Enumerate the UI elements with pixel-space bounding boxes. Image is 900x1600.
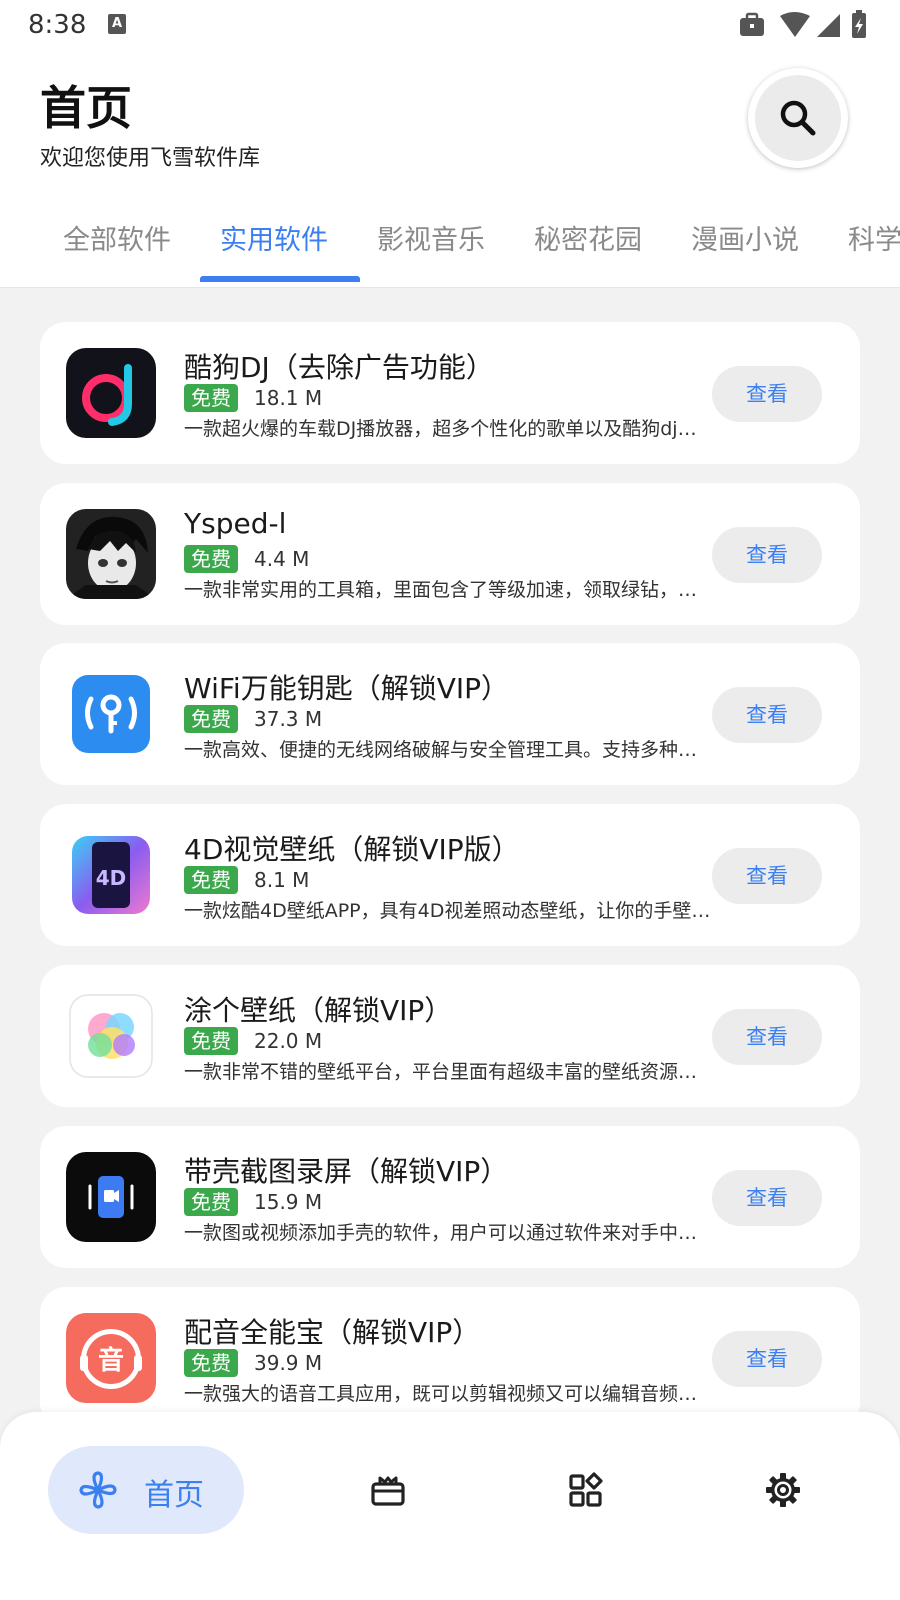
app-size: 4.4 M bbox=[254, 547, 310, 571]
view-button[interactable]: 查看 bbox=[712, 848, 822, 904]
tab-video-music[interactable]: 影视音乐 bbox=[377, 218, 485, 257]
4d-wallpaper-icon: 4D bbox=[66, 830, 156, 920]
list-item[interactable]: 4D 4D视觉壁纸（解锁VIP版） 免费 8.1 M 一款炫酷4D壁纸APP，具… bbox=[40, 804, 860, 946]
free-badge: 免费 bbox=[184, 1349, 238, 1377]
gift-box-icon[interactable] bbox=[370, 1472, 406, 1508]
app-name: WiFi万能钥匙（解锁VIP） bbox=[184, 672, 509, 705]
wifi-key-icon bbox=[66, 669, 156, 759]
briefcase-icon bbox=[740, 12, 764, 36]
list-item[interactable]: WiFi万能钥匙（解锁VIP） 免费 37.3 M 一款高效、便捷的无线网络破解… bbox=[40, 643, 860, 785]
status-time: 8:38 bbox=[28, 10, 87, 40]
status-bar: 8:38 A bbox=[0, 0, 900, 50]
app-size: 37.3 M bbox=[254, 707, 323, 731]
view-button[interactable]: 查看 bbox=[712, 1331, 822, 1387]
tab-science[interactable]: 科学 bbox=[848, 218, 900, 257]
view-button[interactable]: 查看 bbox=[712, 687, 822, 743]
app-name: Ysped-l bbox=[184, 507, 287, 540]
tab-utility-software[interactable]: 实用软件 bbox=[220, 218, 328, 257]
app-size: 18.1 M bbox=[254, 386, 323, 410]
free-badge: 免费 bbox=[184, 1027, 238, 1055]
list-item[interactable]: 涂个壁纸（解锁VIP） 免费 22.0 M 一款非常不错的壁纸平台，平台里面有超… bbox=[40, 965, 860, 1107]
list-item[interactable]: Ysped-l 免费 4.4 M 一款非常实用的工具箱，里面包含了等级加速，领取… bbox=[40, 483, 860, 625]
app-name: 带壳截图录屏（解锁VIP） bbox=[184, 1155, 509, 1188]
page-subtitle: 欢迎您使用飞雪软件库 bbox=[40, 146, 261, 171]
dubbing-icon: 音 bbox=[66, 1313, 156, 1403]
app-description: 一款炫酷4D壁纸APP，具有4D视差照动态壁纸，让你的手壁… bbox=[184, 900, 711, 922]
kugou-dj-icon bbox=[66, 348, 156, 438]
view-button[interactable]: 查看 bbox=[712, 1170, 822, 1226]
list-item[interactable]: 带壳截图录屏（解锁VIP） 免费 15.9 M 一款图或视频添加手壳的软件，用户… bbox=[40, 1126, 860, 1268]
nav-home[interactable]: 首页 bbox=[48, 1446, 244, 1534]
ysped-anime-avatar-icon bbox=[66, 509, 156, 599]
screenshot-recorder-icon bbox=[66, 1152, 156, 1242]
settings-gear-icon[interactable] bbox=[765, 1472, 801, 1508]
active-tab-indicator bbox=[200, 276, 360, 282]
app-size: 39.9 M bbox=[254, 1351, 323, 1375]
wifi-icon bbox=[780, 12, 810, 37]
battery-icon bbox=[852, 10, 866, 38]
svg-text:音: 音 bbox=[98, 1345, 124, 1376]
view-button[interactable]: 查看 bbox=[712, 527, 822, 583]
view-button[interactable]: 查看 bbox=[712, 1009, 822, 1065]
app-size: 8.1 M bbox=[254, 868, 310, 892]
free-badge: 免费 bbox=[184, 545, 238, 573]
app-name: 配音全能宝（解锁VIP） bbox=[184, 1316, 481, 1349]
tab-secret-garden[interactable]: 秘密花园 bbox=[534, 218, 642, 257]
free-badge: 免费 bbox=[184, 384, 238, 412]
free-badge: 免费 bbox=[184, 705, 238, 733]
app-description: 一款非常不错的壁纸平台，平台里面有超级丰富的壁纸资源… bbox=[184, 1061, 698, 1083]
tab-all-software[interactable]: 全部软件 bbox=[63, 218, 171, 257]
keyboard-a-icon: A bbox=[108, 14, 126, 34]
app-description: 一款强大的语音工具应用，既可以剪辑视频又可以编辑音频… bbox=[184, 1383, 698, 1405]
cellular-signal-icon bbox=[817, 14, 840, 37]
app-size: 22.0 M bbox=[254, 1029, 323, 1053]
top-area: 8:38 A 首页 欢迎您使用飞雪软件库 全部软件 实用软件 影视音乐 秘密花园… bbox=[0, 0, 900, 288]
app-description: 一款超火爆的车载DJ播放器，超多个性化的歌单以及酷狗dj… bbox=[184, 418, 697, 440]
page-title: 首页 bbox=[40, 81, 132, 135]
list-item[interactable]: 音 配音全能宝（解锁VIP） 免费 39.9 M 一款强大的语音工具应用，既可以… bbox=[40, 1287, 860, 1429]
app-name: 涂个壁纸（解锁VIP） bbox=[184, 994, 453, 1027]
app-name: 4D视觉壁纸（解锁VIP版） bbox=[184, 833, 520, 866]
search-button-inner bbox=[755, 75, 841, 161]
app-description: 一款图或视频添加手壳的软件，用户可以通过软件来对手中… bbox=[184, 1222, 698, 1244]
app-description: 一款非常实用的工具箱，里面包含了等级加速，领取绿钻，… bbox=[184, 579, 698, 601]
app-description: 一款高效、便捷的无线网络破解与安全管理工具。支持多种… bbox=[184, 739, 698, 761]
bottom-navigation: 首页 bbox=[0, 1412, 900, 1600]
app-name: 酷狗DJ（去除广告功能） bbox=[184, 351, 494, 384]
view-button[interactable]: 查看 bbox=[712, 366, 822, 422]
svg-text:4D: 4D bbox=[96, 866, 127, 890]
list-item[interactable]: 酷狗DJ（去除广告功能） 免费 18.1 M 一款超火爆的车载DJ播放器，超多个… bbox=[40, 322, 860, 464]
paint-wallpaper-icon bbox=[66, 991, 156, 1081]
nav-home-label: 首页 bbox=[144, 1478, 204, 1513]
free-badge: 免费 bbox=[184, 1188, 238, 1216]
pinwheel-icon bbox=[79, 1471, 117, 1509]
tab-comics-novels[interactable]: 漫画小说 bbox=[691, 218, 799, 257]
search-button[interactable] bbox=[748, 68, 848, 168]
category-tabs: 全部软件 实用软件 影视音乐 秘密花园 漫画小说 科学 bbox=[0, 210, 900, 288]
status-icons bbox=[738, 10, 878, 40]
app-size: 15.9 M bbox=[254, 1190, 323, 1214]
search-icon bbox=[780, 100, 816, 136]
free-badge: 免费 bbox=[184, 866, 238, 894]
apps-grid-icon[interactable] bbox=[568, 1472, 604, 1508]
